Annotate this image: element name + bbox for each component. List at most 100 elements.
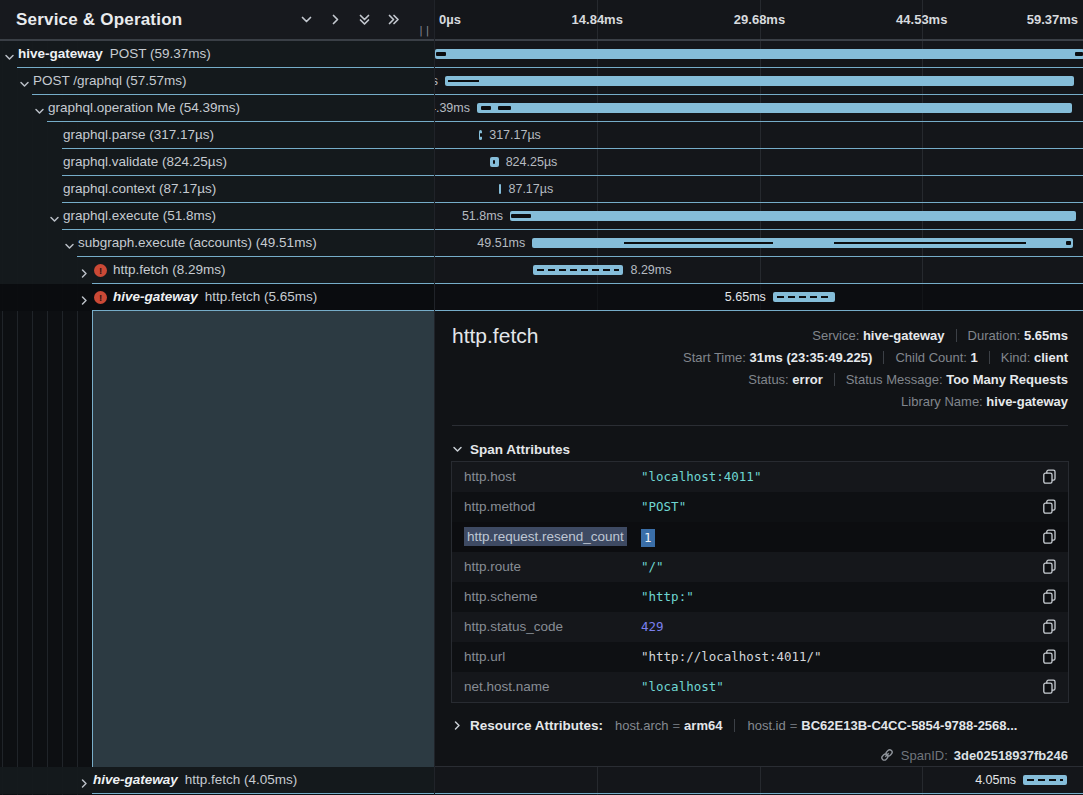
attribute-row[interactable]: http.route"/" <box>452 552 1068 582</box>
panel-resize-handle[interactable]: || <box>418 25 431 36</box>
attribute-row[interactable]: net.host.name"localhost" <box>452 672 1068 702</box>
spanid-label: SpanID: <box>901 748 948 763</box>
indent-guide <box>77 311 78 767</box>
bar-mark <box>1066 241 1070 245</box>
copy-icon[interactable] <box>1042 589 1058 605</box>
span-tree-row[interactable]: subgraph.execute (accounts) (49.51ms) <box>0 230 434 257</box>
trace-viewer: hive-gatewayPOST (59.37ms)POST /graphql … <box>0 0 1083 795</box>
chevron-down-icon[interactable] <box>34 103 45 121</box>
span-tree-row[interactable]: !http.fetch (8.29ms) <box>0 257 434 284</box>
attribute-key: http.status_code <box>464 612 563 642</box>
timeline-row[interactable]: 4.05ms <box>435 767 1083 794</box>
ruler-tick: 59.37ms <box>1027 0 1078 39</box>
bar-mark <box>480 133 482 137</box>
copy-icon[interactable] <box>1042 469 1058 485</box>
chevron-right-icon[interactable] <box>79 265 90 283</box>
timeline-row[interactable]: 317.17µs <box>435 122 1083 149</box>
span-bar[interactable] <box>435 49 1083 59</box>
chevron-right-icon[interactable] <box>79 292 90 310</box>
service-name: hive-gateway <box>93 772 178 787</box>
duration-label: 87.17µs <box>508 176 553 203</box>
resource-attributes-toggle[interactable]: Resource Attributes:host.arch=arm64host.… <box>452 714 1068 738</box>
span-label: graphql.parse (317.17µs) <box>63 122 214 148</box>
timeline-row[interactable]: 59.37ms <box>435 41 1083 68</box>
duration-label: 57.57ms <box>434 68 438 95</box>
timeline-row[interactable]: 824.25µs <box>435 149 1083 176</box>
timeline-row[interactable]: 57.57ms <box>435 68 1083 95</box>
copy-icon[interactable] <box>1042 529 1058 545</box>
span-bar[interactable] <box>510 211 1076 221</box>
meta-label: Status: <box>748 372 792 387</box>
chevron-down-icon[interactable] <box>299 13 313 27</box>
attribute-row[interactable]: http.status_code429 <box>452 612 1068 642</box>
span-tree-row[interactable]: !hive-gatewayhttp.fetch (5.65ms) <box>0 284 434 311</box>
indent-guide <box>47 311 48 767</box>
timeline-row[interactable]: 5.65ms <box>435 284 1083 311</box>
chevron-right-icon[interactable] <box>328 13 342 27</box>
span-bar[interactable] <box>477 103 1072 113</box>
span-tree-row[interactable]: graphql.parse (317.17µs) <box>0 122 434 149</box>
span-label: hive-gatewayPOST (59.37ms) <box>18 41 211 67</box>
meta-value: hive-gateway <box>986 394 1068 409</box>
span-bar[interactable] <box>773 292 835 302</box>
chevron-down-icon[interactable] <box>19 76 30 94</box>
copy-icon[interactable] <box>1042 679 1058 695</box>
span-id-line: SpanID:3de02518937fb246 <box>880 744 1068 768</box>
chevron-down-icon[interactable] <box>49 211 60 229</box>
meta-value: 1 <box>971 350 978 365</box>
span-bar[interactable] <box>479 130 482 140</box>
attribute-row[interactable]: http.scheme"http:" <box>452 582 1068 612</box>
span-tree-row[interactable]: graphql.operation Me (54.39ms) <box>0 95 434 122</box>
span-tree-row[interactable]: hive-gatewayPOST (59.37ms) <box>0 41 434 68</box>
copy-icon[interactable] <box>1042 619 1058 635</box>
meta-value: 31ms (23:35:49.225) <box>750 350 873 365</box>
attribute-value: 1 <box>641 529 655 547</box>
meta-line: Library Name: hive-gateway <box>683 391 1068 413</box>
meta-separator <box>956 329 957 342</box>
span-bar[interactable] <box>1023 775 1067 785</box>
chevron-down-icon[interactable] <box>64 238 75 256</box>
chevron-right-icon[interactable] <box>79 775 90 793</box>
attribute-key: http.route <box>464 552 521 582</box>
indent-guide <box>32 311 33 767</box>
timeline-row[interactable]: 54.39ms <box>435 95 1083 122</box>
copy-icon[interactable] <box>1042 649 1058 665</box>
service-name: hive-gateway <box>113 289 198 304</box>
error-icon: ! <box>94 264 107 277</box>
copy-icon[interactable] <box>1042 499 1058 515</box>
span-label: hive-gatewayhttp.fetch (5.65ms) <box>113 284 317 310</box>
bar-mark <box>436 52 446 56</box>
span-bar[interactable] <box>490 157 499 167</box>
timeline-row[interactable]: 8.29ms <box>435 257 1083 284</box>
chevron-down-icon[interactable] <box>4 49 15 67</box>
attribute-row[interactable]: http.request.resend_count1 <box>452 522 1068 552</box>
span-tree-row[interactable]: graphql.context (87.17µs) <box>0 176 434 203</box>
duration-label: 51.8ms <box>462 203 503 230</box>
meta-line: Start Time: 31ms (23:35:49.225)Child Cou… <box>683 347 1068 369</box>
span-bar[interactable] <box>445 76 1074 86</box>
copy-icon[interactable] <box>1042 559 1058 575</box>
span-tree-row[interactable]: graphql.validate (824.25µs) <box>0 149 434 176</box>
attribute-row[interactable]: http.method"POST" <box>452 492 1068 522</box>
span-bar[interactable] <box>499 184 501 194</box>
span-bar[interactable] <box>532 238 1073 248</box>
timeline-row[interactable]: 49.51ms <box>435 230 1083 257</box>
span-bar[interactable] <box>533 265 624 275</box>
attribute-value: "http:" <box>641 589 694 605</box>
span-title: http.fetch <box>452 324 538 348</box>
timeline-row[interactable]: 51.8ms <box>435 203 1083 230</box>
chevrons-down-icon[interactable] <box>357 13 371 27</box>
resource-key: host.id <box>747 718 785 733</box>
span-label: graphql.validate (824.25µs) <box>63 149 227 175</box>
span-tree-row[interactable]: POST /graphql (57.57ms) <box>0 68 434 95</box>
attribute-row[interactable]: http.host"localhost:4011" <box>452 462 1068 492</box>
bar-mark <box>624 242 773 244</box>
duration-label: 4.05ms <box>975 767 1016 794</box>
timeline-row[interactable]: 87.17µs <box>435 176 1083 203</box>
span-tree-row[interactable]: hive-gatewayhttp.fetch (4.05ms) <box>0 767 434 794</box>
attribute-row[interactable]: http.url"http://localhost:4011/" <box>452 642 1068 672</box>
span-attributes-toggle[interactable]: Span Attributes <box>452 440 570 460</box>
span-tree-row[interactable]: graphql.execute (51.8ms) <box>0 203 434 230</box>
bar-mark <box>511 214 531 218</box>
chevrons-right-icon[interactable] <box>386 13 400 27</box>
